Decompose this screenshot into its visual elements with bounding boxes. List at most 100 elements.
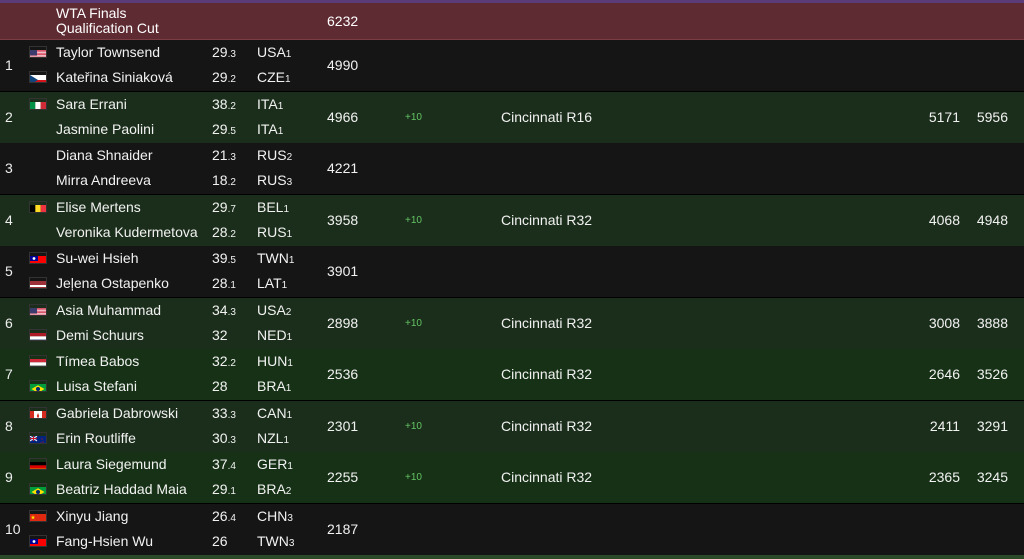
player-entry[interactable]: Kateřina Siniaková 29.2 CZE1 [0, 65, 330, 90]
player-country: GER1 [257, 456, 293, 472]
player-age: 32 [212, 326, 228, 343]
player-entry[interactable]: Erin Routliffe 30.3 NZL1 [0, 426, 330, 451]
team-row[interactable]: 5 Su-wei Hsieh 39.5 TWN1 Jeļena Ostapenk… [0, 246, 1024, 298]
player-entry[interactable]: Sara Errani 38.2 ITA1 [0, 92, 330, 117]
player-age: 26 [212, 532, 228, 549]
player-name[interactable]: Luisa Stefani [56, 378, 137, 394]
player-entry[interactable]: Luisa Stefani 28 BRA1 [0, 374, 330, 399]
player-country: BRA1 [257, 378, 292, 394]
player-entry[interactable]: Asia Muhammad 34.3 USA2 [0, 298, 330, 323]
ger-flag-icon [29, 458, 47, 470]
player-entry[interactable]: Taylor Townsend 29.3 USA1 [0, 40, 330, 65]
player-country: CHN3 [257, 507, 293, 524]
team-points: 2187 [327, 520, 359, 537]
player-name[interactable]: Erin Routliffe [56, 430, 136, 446]
twn-flag-icon [29, 252, 47, 264]
usa-flag-icon [29, 303, 47, 316]
qualification-cut-row: WTA Finals Qualification Cut 6232 [0, 3, 1024, 40]
player-name[interactable]: Xinyu Jiang [56, 508, 128, 524]
team-points: 4221 [327, 160, 359, 176]
player-age: 29.5 [212, 120, 236, 137]
team-row[interactable]: 9 Laura Siegemund 37.4 GER1 Beatriz Hadd… [0, 452, 1024, 504]
player-entry[interactable]: Jeļena Ostapenko 28.1 LAT1 [0, 271, 330, 296]
ned-flag-icon [29, 328, 47, 341]
team-row[interactable]: 10 Xinyu Jiang 26.4 CHN3 Fang-Hsien Wu 2… [0, 503, 1024, 556]
player-entry[interactable]: Veronika Kudermetova 28.2 RUS1 [0, 220, 330, 245]
player-entry[interactable]: Diana Shnaider 21.3 RUS2 [0, 143, 330, 168]
team-row[interactable]: 7 Tímea Babos 32.2 HUN1 Luisa Stefani 28… [0, 349, 1024, 401]
flag-placeholder [29, 226, 47, 238]
player-name[interactable]: Laura Siegemund [56, 456, 167, 472]
points-change: +10 [405, 420, 422, 432]
player-name[interactable]: Jasmine Paolini [56, 121, 154, 137]
player-entry[interactable]: Mirra Andreeva 18.2 RUS3 [0, 168, 330, 193]
player-name[interactable]: Taylor Townsend [56, 44, 160, 60]
player-name[interactable]: Sara Errani [56, 96, 127, 112]
player-name[interactable]: Diana Shnaider [56, 147, 153, 163]
player-name[interactable]: Su-wei Hsieh [56, 250, 138, 266]
team-row[interactable]: 4 Elise Mertens 29.7 BEL1 Veronika Kuder… [0, 194, 1024, 247]
current-event: Cincinnati R32 [501, 417, 593, 434]
player-country: HUN1 [257, 353, 293, 369]
team-row[interactable]: 2 Sara Errani 38.2 ITA1 Jasmine Paolini … [0, 91, 1024, 144]
max-points: 3888 [976, 314, 1008, 331]
player-name[interactable]: Tímea Babos [56, 353, 139, 369]
live-points: 4068 [928, 211, 960, 228]
player-name[interactable]: Beatriz Haddad Maia [56, 481, 187, 497]
hun-flag-icon [29, 355, 47, 367]
player-entry[interactable]: Elise Mertens 29.7 BEL1 [0, 195, 330, 220]
live-points: 2365 [928, 469, 960, 485]
player-age: 29.1 [212, 481, 236, 497]
player-name[interactable]: Elise Mertens [56, 199, 141, 215]
cze-flag-icon [29, 71, 47, 83]
team-row[interactable]: 1 Taylor Townsend 29.3 USA1 Kateřina Sin… [0, 40, 1024, 92]
team-points: 2536 [327, 366, 359, 382]
player-age: 21.3 [212, 147, 236, 163]
player-name[interactable]: Demi Schuurs [56, 327, 144, 343]
player-name[interactable]: Mirra Andreeva [56, 172, 151, 188]
live-points: 2646 [928, 366, 960, 382]
player-name[interactable]: Kateřina Siniaková [56, 69, 173, 85]
player-country: USA1 [257, 44, 292, 60]
player-country: BRA2 [257, 481, 292, 497]
current-event: Cincinnati R32 [501, 211, 593, 228]
player-name[interactable]: Gabriela Dabrowski [56, 405, 178, 421]
player-entry[interactable]: Fang-Hsien Wu 26 TWN3 [0, 529, 330, 554]
player-name[interactable]: Asia Muhammad [56, 302, 161, 318]
team-points: 3901 [327, 263, 359, 279]
player-entry[interactable]: Jasmine Paolini 29.5 ITA1 [0, 117, 330, 142]
player-entry[interactable]: Su-wei Hsieh 39.5 TWN1 [0, 246, 330, 271]
player-name[interactable]: Fang-Hsien Wu [56, 533, 153, 549]
max-points: 3245 [976, 469, 1008, 485]
player-name[interactable]: Veronika Kudermetova [56, 224, 198, 240]
player-entry[interactable]: Tímea Babos 32.2 HUN1 [0, 349, 330, 374]
team-points: 2301 [327, 417, 359, 434]
player-entry[interactable]: Gabriela Dabrowski 33.3 CAN1 [0, 401, 330, 426]
player-entry[interactable]: Xinyu Jiang 26.4 CHN3 [0, 504, 330, 529]
bottom-edge [0, 555, 1024, 559]
chn-flag-icon [29, 509, 47, 522]
team-row[interactable]: 3 Diana Shnaider 21.3 RUS2 Mirra Andreev… [0, 143, 1024, 195]
player-country: ITA1 [257, 120, 284, 137]
team-row[interactable]: 6 Asia Muhammad 34.3 USA2 Demi Schuurs 3… [0, 297, 1024, 350]
current-event: Cincinnati R32 [501, 469, 593, 485]
current-event: Cincinnati R32 [501, 366, 593, 382]
player-age: 30.3 [212, 429, 236, 446]
player-age: 26.4 [212, 507, 236, 524]
player-country: BEL1 [257, 198, 290, 215]
player-name[interactable]: Jeļena Ostapenko [56, 275, 169, 291]
team-points: 3958 [327, 211, 359, 228]
live-points: 2411 [929, 417, 960, 434]
points-change: +10 [405, 472, 422, 483]
usa-flag-icon [29, 46, 47, 58]
player-entry[interactable]: Demi Schuurs 32 NED1 [0, 323, 330, 348]
ita-flag-icon [29, 97, 47, 110]
player-entry[interactable]: Laura Siegemund 37.4 GER1 [0, 452, 330, 477]
player-country: ITA1 [257, 95, 284, 112]
player-entry[interactable]: Beatriz Haddad Maia 29.1 BRA2 [0, 477, 330, 502]
player-country: USA2 [257, 301, 292, 318]
player-age: 28.1 [212, 275, 236, 291]
player-age: 34.3 [212, 301, 236, 318]
team-row[interactable]: 8 Gabriela Dabrowski 33.3 CAN1 Erin Rout… [0, 400, 1024, 453]
lat-flag-icon [29, 277, 47, 289]
